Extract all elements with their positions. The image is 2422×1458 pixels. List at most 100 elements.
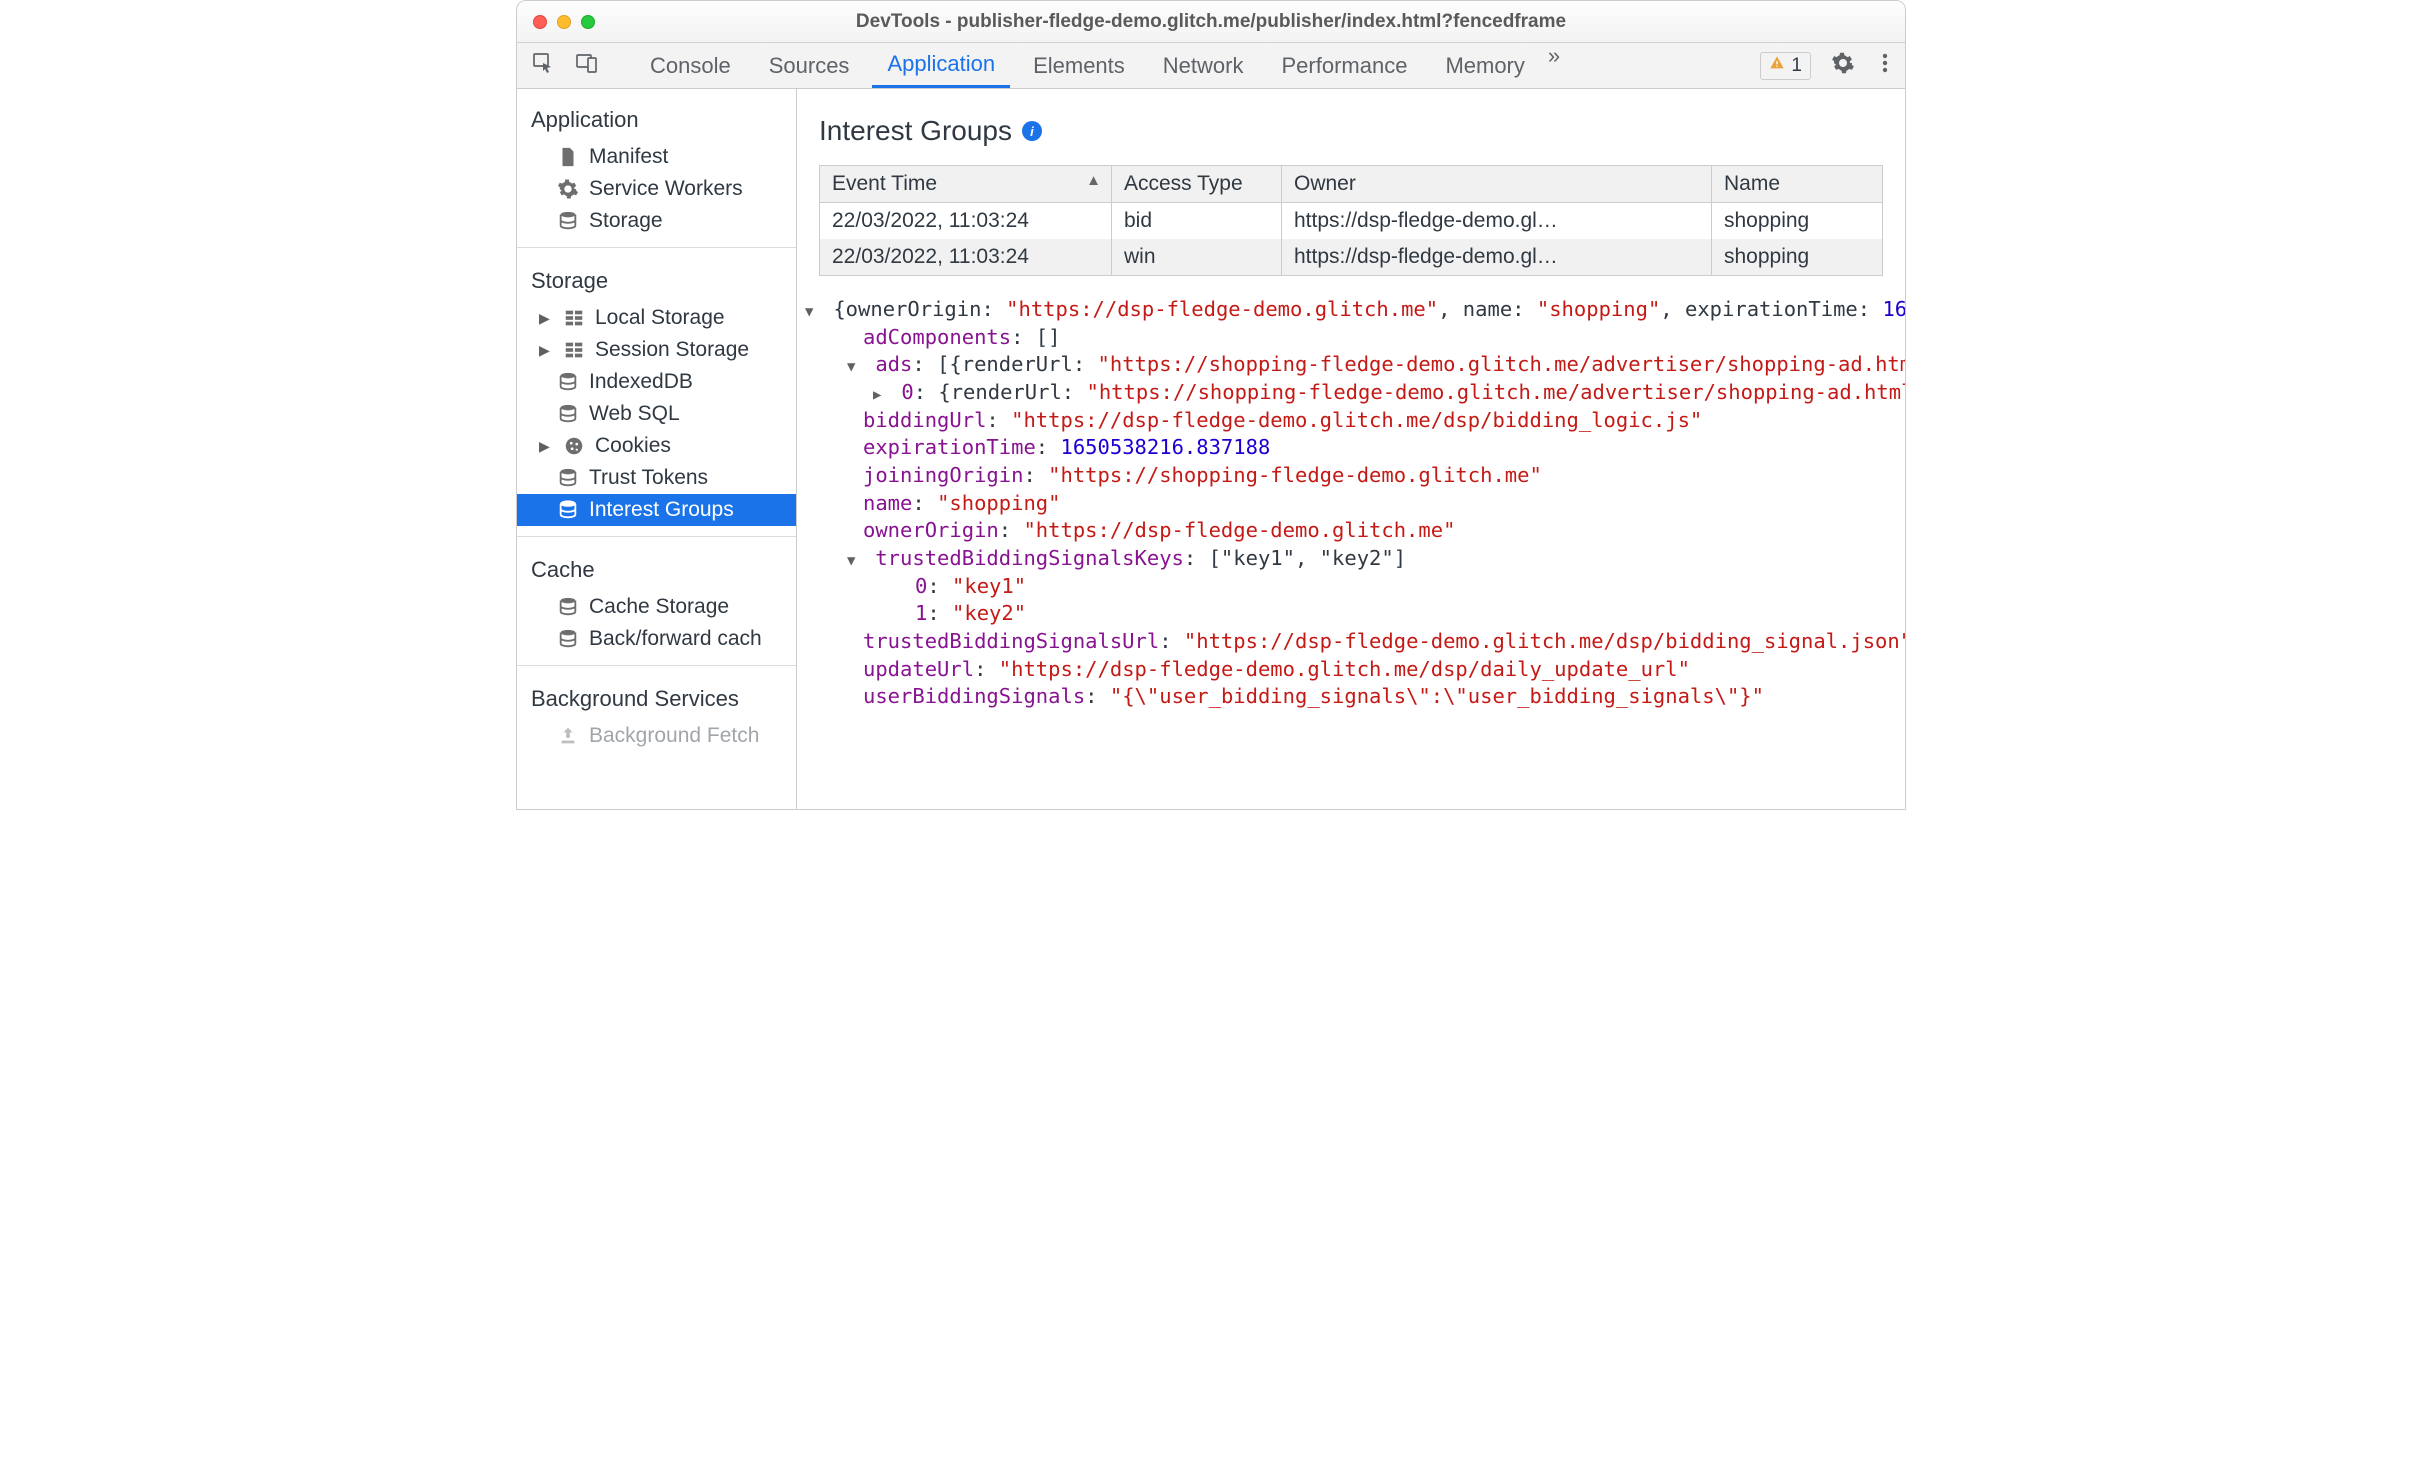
upload-icon bbox=[557, 725, 579, 747]
tab-console[interactable]: Console bbox=[635, 43, 746, 88]
sidebar-item-label: Background Fetch bbox=[589, 724, 759, 748]
sidebar-item-manifest[interactable]: Manifest bbox=[517, 141, 796, 173]
window-controls bbox=[533, 15, 595, 29]
database-icon bbox=[557, 371, 579, 393]
warnings-badge[interactable]: 1 bbox=[1760, 52, 1811, 80]
expand-icon[interactable]: ▶ bbox=[873, 386, 889, 405]
window-title: DevTools - publisher-fledge-demo.glitch.… bbox=[517, 11, 1905, 33]
help-icon[interactable]: i bbox=[1022, 121, 1042, 141]
inspect-element-icon[interactable] bbox=[531, 51, 555, 81]
sidebar-item-label: Web SQL bbox=[589, 402, 680, 426]
sidebar-section-storage: Storage bbox=[517, 258, 796, 302]
more-options-icon[interactable] bbox=[1875, 51, 1895, 81]
sidebar-section-cache: Cache bbox=[517, 547, 796, 591]
panel-tabs: Console Sources Application Elements Net… bbox=[635, 43, 1760, 88]
table-row[interactable]: 22/03/2022, 11:03:24 win https://dsp-fle… bbox=[820, 239, 1882, 275]
col-owner[interactable]: Owner bbox=[1282, 166, 1712, 203]
property-ads-0[interactable]: ▶ 0: {renderUrl: "https://shopping-fledg… bbox=[807, 379, 1895, 407]
sidebar-item-cookies[interactable]: ▶ Cookies bbox=[517, 430, 796, 462]
object-root[interactable]: ▼ {ownerOrigin: "https://dsp-fledge-demo… bbox=[807, 296, 1895, 324]
property-tbsk-0[interactable]: 0: "key1" bbox=[807, 573, 1895, 601]
property-trustedbiddingsignalsurl[interactable]: trustedBiddingSignalsUrl: "https://dsp-f… bbox=[807, 628, 1895, 656]
tab-memory[interactable]: Memory bbox=[1430, 43, 1539, 88]
col-event-time[interactable]: Event Time ▲ bbox=[820, 166, 1112, 203]
sidebar-item-label: Trust Tokens bbox=[589, 466, 708, 490]
sidebar-item-back-forward-cache[interactable]: Back/forward cach bbox=[517, 623, 796, 655]
cookie-icon bbox=[563, 435, 585, 457]
devtools-toolbar: Console Sources Application Elements Net… bbox=[517, 43, 1905, 89]
sidebar-item-label: Cache Storage bbox=[589, 595, 729, 619]
property-joiningorigin[interactable]: joiningOrigin: "https://shopping-fledge-… bbox=[807, 462, 1895, 490]
database-icon bbox=[557, 403, 579, 425]
close-window-button[interactable] bbox=[533, 15, 547, 29]
property-adcomponents[interactable]: adComponents: [] bbox=[807, 324, 1895, 352]
sidebar-item-trust-tokens[interactable]: Trust Tokens bbox=[517, 462, 796, 494]
devtools-window: DevTools - publisher-fledge-demo.glitch.… bbox=[516, 0, 1906, 810]
sidebar-item-label: Service Workers bbox=[589, 177, 743, 201]
sidebar-item-label: Session Storage bbox=[595, 338, 749, 362]
titlebar: DevTools - publisher-fledge-demo.glitch.… bbox=[517, 1, 1905, 43]
more-tabs-button[interactable]: » bbox=[1548, 43, 1560, 88]
minimize-window-button[interactable] bbox=[557, 15, 571, 29]
sidebar-item-label: Interest Groups bbox=[589, 498, 734, 522]
settings-icon[interactable] bbox=[1831, 51, 1855, 81]
sidebar-item-service-workers[interactable]: Service Workers bbox=[517, 173, 796, 205]
sidebar-item-label: Cookies bbox=[595, 434, 671, 458]
col-name[interactable]: Name bbox=[1712, 166, 1882, 203]
property-userbiddingsignals[interactable]: userBiddingSignals: "{\"user_bidding_sig… bbox=[807, 683, 1895, 711]
expand-icon: ▶ bbox=[539, 310, 553, 327]
cell-owner: https://dsp-fledge-demo.gl… bbox=[1282, 239, 1712, 275]
cell-access-type: win bbox=[1112, 239, 1282, 275]
cell-access-type: bid bbox=[1112, 203, 1282, 239]
sidebar-item-websql[interactable]: Web SQL bbox=[517, 398, 796, 430]
grid-icon bbox=[563, 307, 585, 329]
cell-event-time: 22/03/2022, 11:03:24 bbox=[820, 239, 1112, 275]
collapse-icon[interactable]: ▼ bbox=[847, 552, 863, 571]
database-icon bbox=[557, 467, 579, 489]
property-ownerorigin[interactable]: ownerOrigin: "https://dsp-fledge-demo.gl… bbox=[807, 517, 1895, 545]
object-inspector[interactable]: ▼ {ownerOrigin: "https://dsp-fledge-demo… bbox=[797, 276, 1905, 721]
sidebar-section-application: Application bbox=[517, 97, 796, 141]
property-trustedbiddingsignalskeys[interactable]: ▼ trustedBiddingSignalsKeys: ["key1", "k… bbox=[807, 545, 1895, 573]
tab-performance[interactable]: Performance bbox=[1266, 43, 1422, 88]
sidebar-item-label: IndexedDB bbox=[589, 370, 693, 394]
maximize-window-button[interactable] bbox=[581, 15, 595, 29]
col-access-type[interactable]: Access Type bbox=[1112, 166, 1282, 203]
property-expirationtime[interactable]: expirationTime: 1650538216.837188 bbox=[807, 434, 1895, 462]
sidebar-item-indexeddb[interactable]: IndexedDB bbox=[517, 366, 796, 398]
device-toolbar-icon[interactable] bbox=[575, 51, 599, 81]
property-biddingurl[interactable]: biddingUrl: "https://dsp-fledge-demo.gli… bbox=[807, 407, 1895, 435]
database-icon bbox=[557, 499, 579, 521]
sidebar: Application Manifest Service Workers Sto… bbox=[517, 89, 797, 809]
table-row[interactable]: 22/03/2022, 11:03:24 bid https://dsp-fle… bbox=[820, 203, 1882, 239]
collapse-icon[interactable]: ▼ bbox=[805, 303, 821, 322]
sidebar-item-label: Manifest bbox=[589, 145, 668, 169]
sidebar-item-cache-storage[interactable]: Cache Storage bbox=[517, 591, 796, 623]
sidebar-item-session-storage[interactable]: ▶ Session Storage bbox=[517, 334, 796, 366]
property-updateurl[interactable]: updateUrl: "https://dsp-fledge-demo.glit… bbox=[807, 656, 1895, 684]
collapse-icon[interactable]: ▼ bbox=[847, 358, 863, 377]
warning-count: 1 bbox=[1791, 55, 1802, 77]
sort-ascending-icon: ▲ bbox=[1086, 172, 1101, 189]
tab-network[interactable]: Network bbox=[1148, 43, 1259, 88]
tab-sources[interactable]: Sources bbox=[754, 43, 865, 88]
tab-elements[interactable]: Elements bbox=[1018, 43, 1140, 88]
sidebar-item-label: Local Storage bbox=[595, 306, 725, 330]
sidebar-item-label: Back/forward cach bbox=[589, 627, 762, 651]
table-header-row: Event Time ▲ Access Type Owner Name bbox=[820, 166, 1882, 203]
property-name[interactable]: name: "shopping" bbox=[807, 490, 1895, 518]
property-tbsk-1[interactable]: 1: "key2" bbox=[807, 600, 1895, 628]
warning-icon bbox=[1769, 55, 1785, 77]
tab-application[interactable]: Application bbox=[872, 43, 1010, 88]
database-icon bbox=[557, 210, 579, 232]
sidebar-item-interest-groups[interactable]: Interest Groups bbox=[517, 494, 796, 526]
cell-event-time: 22/03/2022, 11:03:24 bbox=[820, 203, 1112, 239]
interest-groups-table: Event Time ▲ Access Type Owner Name 22/0… bbox=[819, 165, 1883, 276]
property-ads[interactable]: ▼ ads: [{renderUrl: "https://shopping-fl… bbox=[807, 351, 1895, 379]
gear-icon bbox=[557, 178, 579, 200]
database-icon bbox=[557, 628, 579, 650]
sidebar-item-background-fetch[interactable]: Background Fetch bbox=[517, 720, 796, 752]
sidebar-item-local-storage[interactable]: ▶ Local Storage bbox=[517, 302, 796, 334]
sidebar-item-storage[interactable]: Storage bbox=[517, 205, 796, 237]
expand-icon: ▶ bbox=[539, 438, 553, 455]
